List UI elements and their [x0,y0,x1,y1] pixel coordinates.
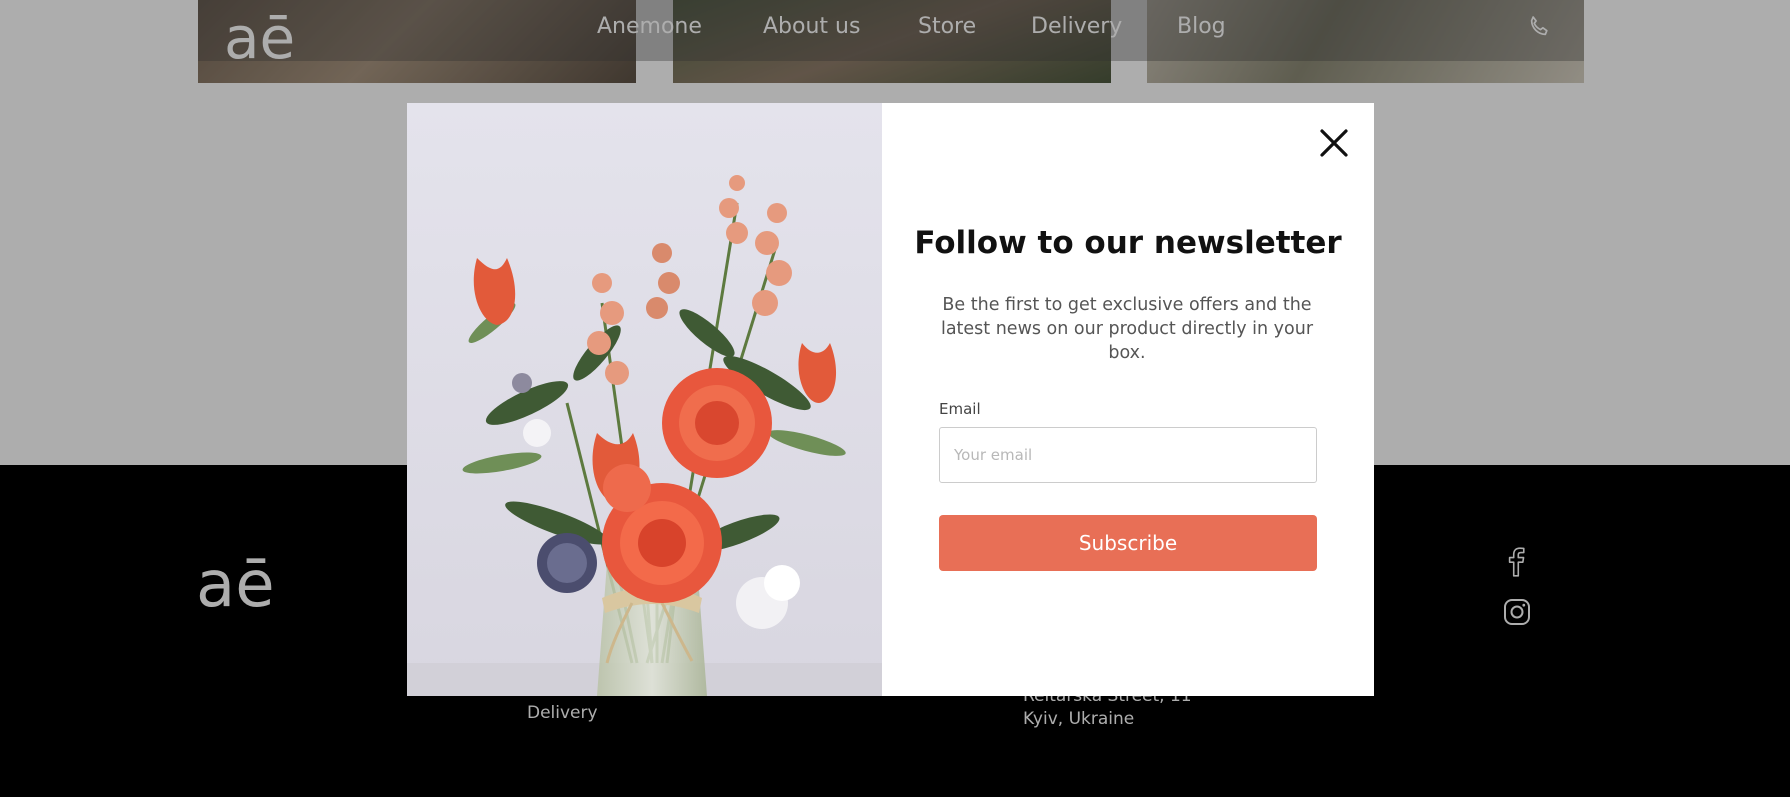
email-input[interactable] [939,427,1317,483]
newsletter-description: Be the first to get exclusive offers and… [940,295,1314,363]
email-label: Email [939,400,981,418]
newsletter-title: Follow to our newsletter [914,225,1342,261]
close-icon[interactable] [1317,126,1351,160]
flower-bouquet-image [407,103,882,696]
subscribe-button[interactable]: Subscribe [939,515,1317,571]
newsletter-modal: Follow to our newsletter Be the first to… [407,103,1374,696]
